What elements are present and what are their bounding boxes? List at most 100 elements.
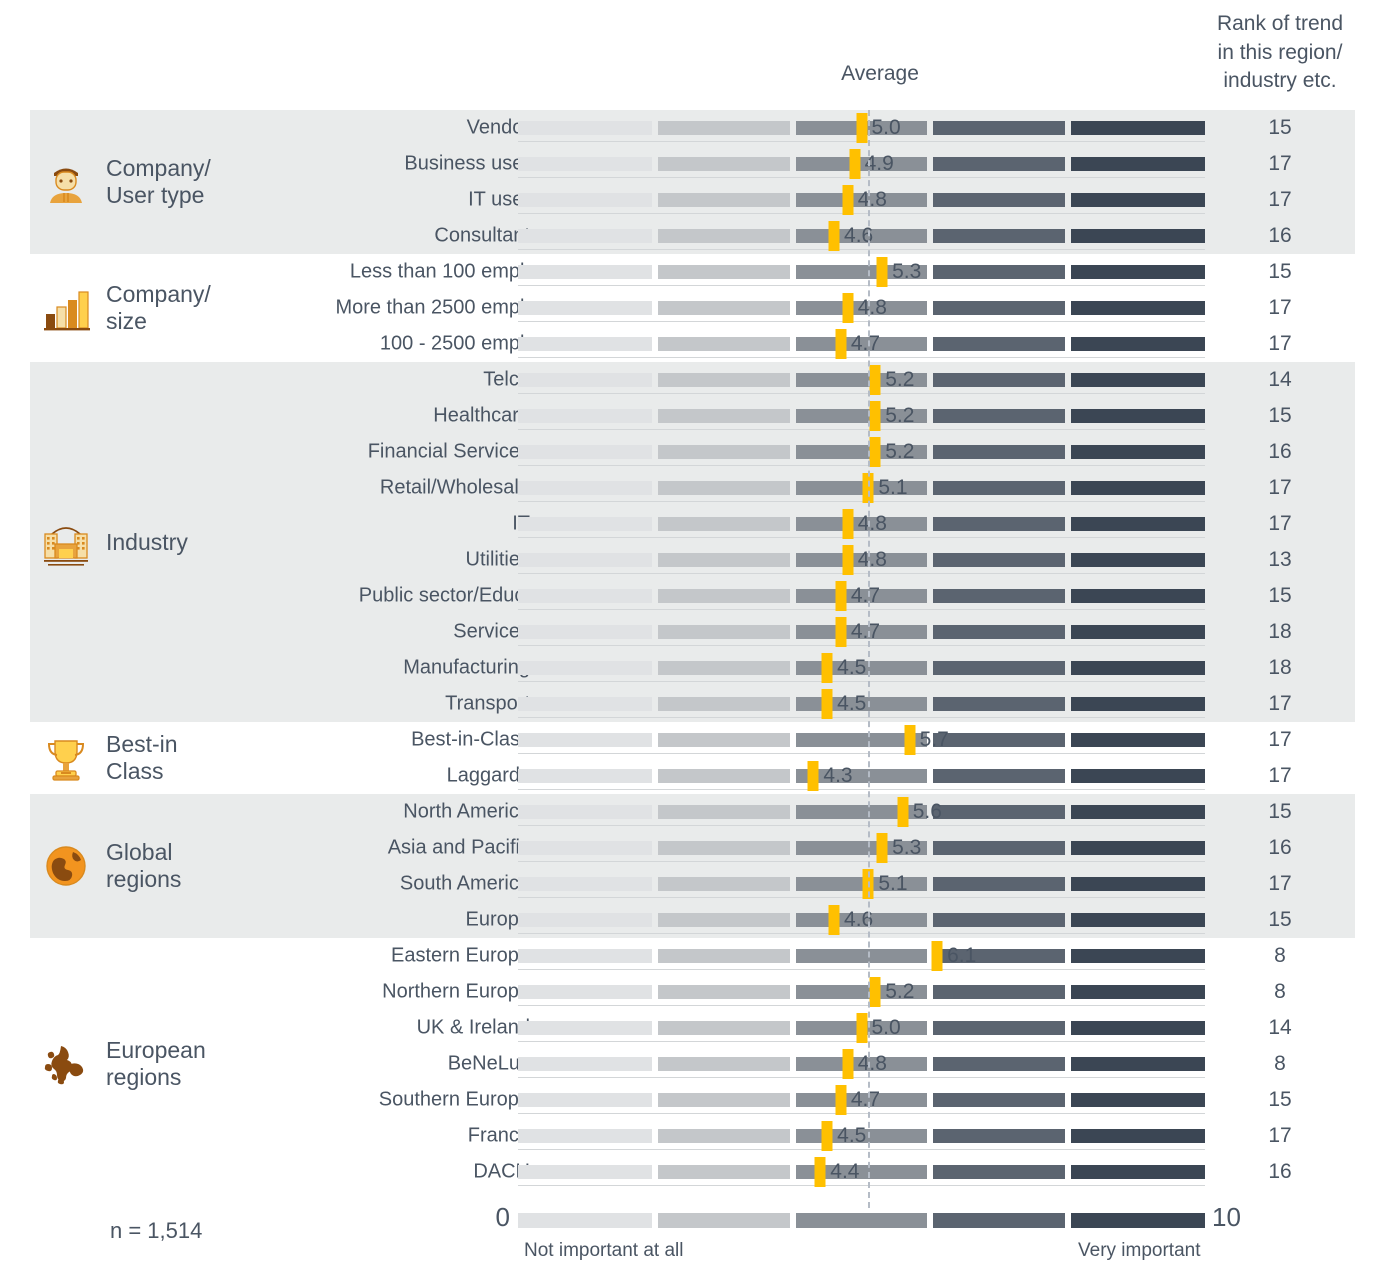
bar-fill-segment: [795, 157, 852, 171]
value-track: [518, 265, 1205, 279]
value-track: [518, 157, 1205, 171]
average-marker: [876, 257, 888, 287]
average-value: 4.5: [837, 692, 867, 715]
rank-value: 17: [1268, 512, 1292, 535]
bar-fill-segment: [518, 985, 653, 999]
rank-value: 17: [1268, 728, 1292, 751]
bar-fill-segment: [658, 913, 790, 927]
bar-fill-segment: [658, 769, 790, 783]
rank-value: 15: [1268, 260, 1292, 283]
rank-value: 14: [1268, 1016, 1292, 1039]
average-marker: [897, 797, 909, 827]
average-value: 4.7: [850, 1088, 881, 1111]
row-separator: [518, 177, 1205, 178]
bar-fill-segment: [518, 157, 653, 171]
rank-value: 15: [1268, 908, 1292, 931]
bar-fill-segment: [658, 301, 790, 315]
bar-fill-segment: [658, 841, 790, 855]
trophy-icon: [40, 732, 92, 784]
row-separator: [518, 681, 1205, 682]
rank-value: 17: [1268, 332, 1292, 355]
average-marker: [856, 113, 867, 143]
bar-fill-segment: [658, 409, 790, 423]
average-marker: [835, 329, 847, 359]
bar-fill-segment: [518, 301, 653, 315]
globe-icon: [46, 846, 86, 886]
row-separator: [518, 609, 1205, 610]
bar-fill-segment: [795, 445, 873, 459]
rank-value: 8: [1274, 944, 1286, 967]
rank-value: 17: [1268, 152, 1292, 175]
average-value: 5.1: [878, 476, 908, 499]
row-separator: [518, 1077, 1205, 1078]
row-separator: [518, 393, 1205, 394]
bar-fill-segment: [658, 733, 790, 747]
value-track: [518, 805, 1205, 819]
scale-legend: [518, 1213, 1205, 1228]
bar-fill-segment: [795, 625, 838, 639]
bar-fill-segment: [795, 553, 845, 567]
rank-value: 15: [1268, 1088, 1292, 1111]
bar-fill-segment: [518, 1057, 653, 1071]
bar-fill-segment: [518, 517, 653, 531]
value-track: [518, 1165, 1205, 1179]
bar-fill-segment: [795, 985, 873, 999]
average-marker: [842, 509, 854, 539]
bar-fill-segment: [795, 301, 845, 315]
rank-value: 17: [1268, 764, 1292, 787]
scale-high-label: Very important: [1078, 1240, 1201, 1261]
bar-fill-segment: [658, 193, 790, 207]
rank-value: 15: [1268, 584, 1292, 607]
rank-value: 15: [1268, 800, 1292, 823]
average-marker: [856, 1013, 867, 1043]
row-separator: [518, 1113, 1205, 1114]
average-column-header: Average: [841, 62, 919, 85]
bar-fill-segment: [795, 1093, 838, 1107]
bar-fill-segment: [658, 1093, 790, 1107]
bar-fill-segment: [658, 445, 790, 459]
rank-value: 16: [1268, 440, 1292, 463]
row-separator: [518, 465, 1205, 466]
bar-fill-segment: [795, 589, 838, 603]
average-value: 4.8: [857, 188, 887, 211]
value-track: [518, 949, 1205, 963]
average-marker: [835, 1085, 847, 1115]
sample-size-note: n = 1,514: [110, 1218, 203, 1243]
average-marker: [842, 293, 854, 323]
bar-fill-segment: [658, 121, 790, 135]
bar-fill-segment: [518, 913, 653, 927]
group-title: Global regions: [106, 839, 182, 892]
bar-chart-icon: [44, 291, 90, 331]
bar-fill-segment: [658, 877, 790, 891]
bar-fill-segment: [518, 337, 653, 351]
average-value: 5.2: [885, 980, 915, 1003]
row-separator: [518, 429, 1205, 430]
row-separator: [518, 753, 1205, 754]
bar-fill-segment: [795, 265, 880, 279]
row-separator: [518, 1005, 1205, 1006]
average-value: 4.5: [837, 1124, 867, 1147]
value-track: [518, 769, 1205, 783]
bar-fill-segment: [518, 661, 653, 675]
row-separator: [518, 645, 1205, 646]
row-separator: [518, 789, 1205, 790]
average-marker: [849, 149, 861, 179]
bar-fill-segment: [795, 481, 866, 495]
bar-fill-segment: [518, 1093, 653, 1107]
average-marker: [807, 761, 819, 791]
rank-value: 8: [1274, 980, 1286, 1003]
average-value: 4.8: [857, 512, 887, 535]
bar-fill-segment: [658, 661, 790, 675]
group-company-size: Company/size: [40, 254, 290, 362]
average-marker: [821, 689, 833, 719]
bar-fill-segment: [795, 1129, 825, 1143]
bar-fill-segment: [518, 229, 653, 243]
row-separator: [518, 897, 1205, 898]
bar-fill-segment: [795, 1021, 859, 1035]
row-separator: [518, 861, 1205, 862]
average-marker: [876, 833, 888, 863]
value-track: [518, 373, 1205, 387]
average-value: 5.0: [871, 116, 901, 139]
value-track: [518, 877, 1205, 891]
bar-fill-segment: [658, 1021, 790, 1035]
